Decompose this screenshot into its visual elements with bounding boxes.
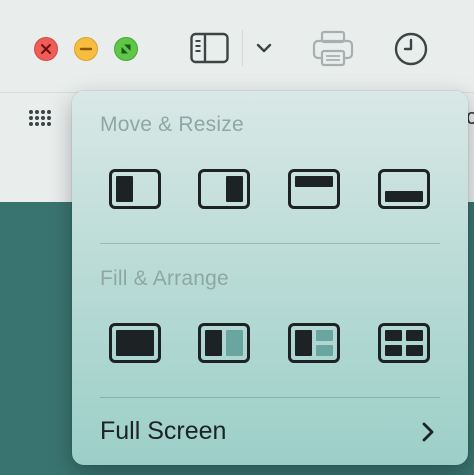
section-divider	[100, 397, 440, 398]
full-screen-menu-item[interactable]: Full Screen	[72, 407, 468, 457]
sidebar-icon[interactable]	[190, 32, 230, 64]
left-half-button[interactable]	[109, 169, 161, 209]
split-three-button[interactable]	[288, 323, 340, 363]
fill-button[interactable]	[109, 323, 161, 363]
minimize-icon	[79, 47, 93, 51]
fill-arrange-heading: Fill & Arrange	[100, 267, 229, 290]
quadrant-button[interactable]	[378, 323, 430, 363]
split-two-button[interactable]	[198, 323, 250, 363]
right-half-button[interactable]	[198, 169, 250, 209]
zoom-button[interactable]	[114, 37, 138, 61]
clock-icon[interactable]	[394, 32, 428, 66]
bottom-half-button[interactable]	[378, 169, 430, 209]
zoom-icon	[121, 44, 131, 54]
move-resize-heading: Move & Resize	[100, 113, 244, 136]
close-button[interactable]	[34, 37, 58, 61]
window-tiling-popover: Move & Resize Fill & Arrange Full Screen	[72, 91, 468, 465]
section-divider	[100, 243, 440, 244]
printer-icon[interactable]	[312, 30, 354, 68]
close-icon	[41, 44, 51, 54]
grid-icon[interactable]	[28, 109, 52, 127]
chevron-down-icon[interactable]	[256, 40, 272, 56]
top-half-button[interactable]	[288, 169, 340, 209]
toolbar-divider	[242, 30, 243, 66]
chevron-right-icon	[422, 422, 434, 442]
full-screen-label: Full Screen	[100, 417, 227, 445]
minimize-button[interactable]	[74, 37, 98, 61]
